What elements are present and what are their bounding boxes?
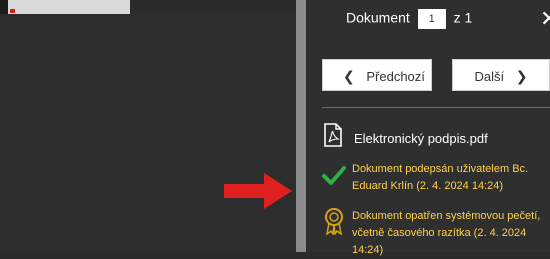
- red-arrow-icon: [224, 173, 292, 209]
- signature-side-panel: Dokument 1 z 1 ✕ ❮ Předchozí Další ❯ Ele…: [306, 0, 550, 256]
- signature-status: Dokument podepsán uživatelem Bc. Eduard …: [352, 161, 550, 195]
- toolbar-red-marker: [10, 9, 15, 13]
- chevron-right-icon: ❯: [515, 68, 528, 84]
- previous-button[interactable]: ❮ Předchozí: [322, 59, 432, 91]
- seal-badge-icon: [325, 208, 343, 235]
- top-toolbar-fragment: [0, 0, 130, 15]
- document-label: Dokument: [346, 9, 410, 26]
- document-page-input[interactable]: 1: [417, 9, 446, 29]
- document-viewer-area: [0, 14, 296, 252]
- next-button-label: Další: [474, 69, 505, 84]
- seal-status-line-1: Dokument opatřen systémovou pečetí,: [352, 210, 541, 222]
- close-icon[interactable]: ✕: [540, 6, 550, 32]
- seal-status: Dokument opatřen systémovou pečetí, včet…: [352, 208, 550, 259]
- signature-status-line-2: Eduard Krlín (2. 4. 2024 14:24): [352, 180, 504, 192]
- toolbar-dark-segment: [0, 0, 8, 14]
- checkmark-icon: [322, 166, 346, 185]
- panel-divider: [322, 107, 550, 108]
- document-total-label: z 1: [453, 9, 473, 26]
- vertical-scrollbar[interactable]: [296, 0, 306, 252]
- pdf-file-name[interactable]: Elektronický podpis.pdf: [354, 131, 488, 146]
- signature-status-line-1: Dokument podepsán uživatelem Bc.: [352, 163, 529, 175]
- document-navigation: Dokument 1 z 1: [346, 9, 472, 29]
- previous-button-label: Předchozí: [366, 69, 425, 84]
- pdf-file-icon: [324, 123, 342, 147]
- next-button[interactable]: Další ❯: [452, 59, 550, 91]
- seal-status-line-2: včetně časového razítka (2. 4. 2024 14:2…: [352, 227, 527, 256]
- chevron-left-icon: ❮: [343, 68, 355, 84]
